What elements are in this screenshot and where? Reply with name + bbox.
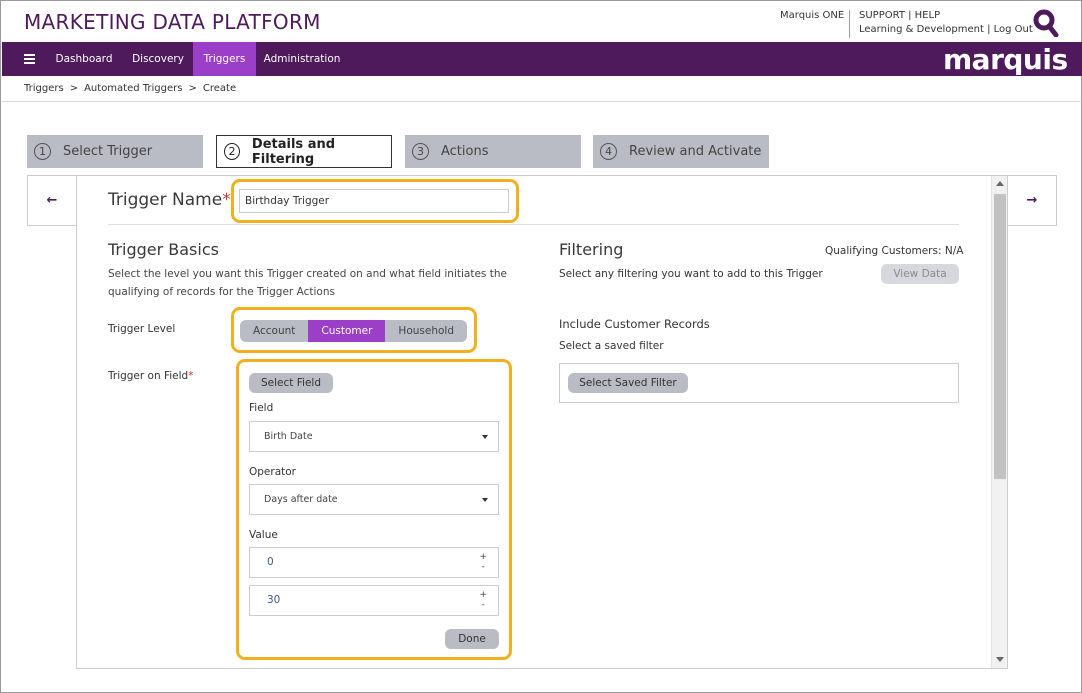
- value-label: Value: [249, 529, 278, 541]
- caret-down-icon: [482, 498, 488, 502]
- value-start-text: 0: [267, 556, 274, 568]
- top-link-divider: [849, 10, 850, 38]
- breadcrumb-create: Create: [202, 83, 237, 94]
- trigger-name-label: Trigger Name*: [108, 190, 231, 210]
- filtering-description: Select any filtering you want to add to …: [559, 268, 823, 280]
- breadcrumb-triggers[interactable]: Triggers: [24, 83, 64, 94]
- scroll-thumb[interactable]: [994, 194, 1006, 479]
- level-household-option[interactable]: Household: [385, 320, 467, 342]
- saved-filter-label: Select a saved filter: [559, 340, 664, 352]
- breadcrumb-automated-triggers[interactable]: Automated Triggers: [84, 83, 182, 94]
- step-label: Review and Activate: [629, 144, 762, 159]
- trigger-basics-description: Select the level you want this Trigger c…: [108, 268, 507, 298]
- main-nav: Dashboard Discovery Triggers Administrat…: [2, 42, 1082, 76]
- trigger-name-input[interactable]: [239, 189, 509, 213]
- support-help-link[interactable]: SUPPORT | HELP: [859, 10, 940, 21]
- value-start-input[interactable]: 0 + -: [249, 547, 499, 578]
- details-panel: Trigger Name* Trigger Basics Select the …: [76, 175, 1008, 669]
- caret-down-icon: [482, 435, 488, 439]
- arrow-left-icon: ←: [46, 193, 58, 208]
- value-start-spinner[interactable]: + -: [479, 552, 487, 572]
- marquis-q-logo-icon[interactable]: [1033, 9, 1059, 37]
- nav-triggers[interactable]: Triggers: [193, 42, 256, 76]
- prev-step-button[interactable]: ←: [27, 175, 77, 226]
- nav-administration[interactable]: Administration: [258, 42, 346, 76]
- marquis-one-link[interactable]: Marquis ONE: [780, 10, 844, 21]
- include-customer-records-label: Include Customer Records: [559, 317, 710, 331]
- panel-scrollbar[interactable]: [991, 176, 1007, 668]
- value-end-text: 30: [267, 594, 281, 606]
- operator-select[interactable]: Days after date: [249, 484, 499, 515]
- field-select-value: Birth Date: [264, 431, 313, 442]
- done-button[interactable]: Done: [445, 629, 499, 649]
- hamburger-menu-icon[interactable]: [24, 54, 35, 64]
- breadcrumb-bar: Triggers > Automated Triggers > Create: [2, 76, 1082, 102]
- brand-logo: marquis: [943, 43, 1068, 76]
- level-customer-option[interactable]: Customer: [308, 320, 386, 342]
- step-actions[interactable]: 3 Actions: [405, 135, 581, 168]
- step-label: Actions: [441, 144, 489, 159]
- step-number: 1: [34, 143, 51, 160]
- value-end-spinner[interactable]: + -: [479, 590, 487, 610]
- step-select-trigger[interactable]: 1 Select Trigger: [27, 135, 203, 168]
- operator-label: Operator: [249, 466, 296, 478]
- learning-logout-link[interactable]: Learning & Development | Log Out: [859, 24, 1033, 35]
- arrow-right-icon: →: [1026, 193, 1038, 208]
- step-review-activate[interactable]: 4 Review and Activate: [593, 135, 769, 168]
- step-number: 2: [224, 143, 240, 160]
- nav-discovery[interactable]: Discovery: [124, 42, 192, 76]
- operator-select-value: Days after date: [264, 494, 338, 505]
- next-step-button[interactable]: →: [1007, 175, 1057, 226]
- filtering-title: Filtering: [559, 240, 624, 259]
- trigger-basics-title: Trigger Basics: [108, 240, 219, 259]
- select-saved-filter-button[interactable]: Select Saved Filter: [568, 373, 688, 393]
- step-number: 4: [600, 143, 617, 160]
- step-label: Details and Filtering: [251, 136, 336, 167]
- scroll-down-icon[interactable]: [996, 657, 1004, 662]
- value-end-input[interactable]: 30 + -: [249, 585, 499, 616]
- trigger-on-field-label: Trigger on Field*: [108, 370, 194, 382]
- scroll-up-icon[interactable]: [996, 181, 1004, 186]
- field-select[interactable]: Birth Date: [249, 421, 499, 452]
- trigger-level-toggle: Account Customer Household: [240, 320, 467, 342]
- app-title: MARKETING DATA PLATFORM: [24, 10, 321, 34]
- trigger-level-label: Trigger Level: [108, 323, 176, 335]
- app-window: MARKETING DATA PLATFORM Marquis ONE SUPP…: [0, 0, 1082, 693]
- field-label: Field: [249, 402, 274, 414]
- select-field-button[interactable]: Select Field: [249, 373, 333, 393]
- qualifying-customers: Qualifying Customers: N/A: [825, 245, 964, 257]
- view-data-button[interactable]: View Data: [881, 264, 959, 284]
- level-account-option[interactable]: Account: [240, 320, 308, 342]
- divider: [108, 224, 959, 225]
- step-label: Select Trigger: [63, 144, 153, 159]
- step-details-filtering[interactable]: 2 Details and Filtering: [216, 135, 392, 168]
- nav-dashboard[interactable]: Dashboard: [48, 42, 120, 76]
- breadcrumb: Triggers > Automated Triggers > Create: [24, 83, 237, 94]
- step-number: 3: [412, 143, 429, 160]
